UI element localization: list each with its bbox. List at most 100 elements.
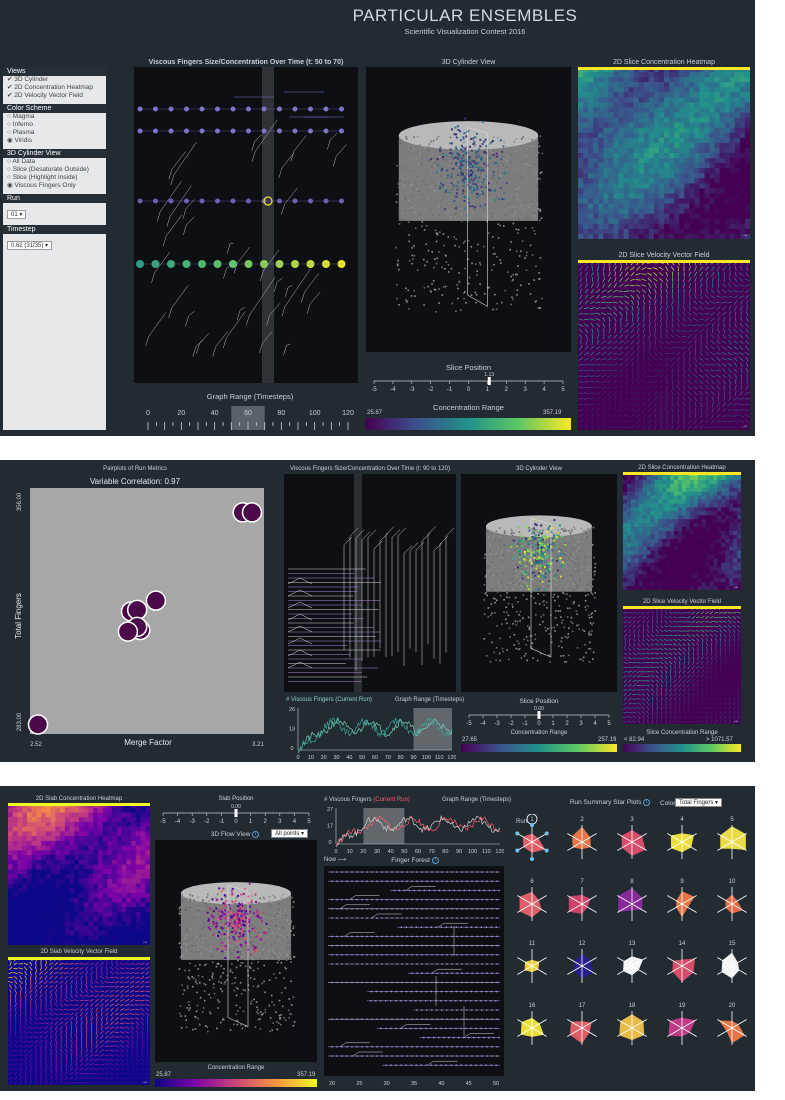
heatmap-cell: [670, 562, 675, 567]
heatmap-cell: [618, 137, 624, 144]
cylinder-particle: [512, 222, 515, 225]
heatmap-cell: [670, 487, 675, 492]
heatmap-cell: [694, 72, 700, 78]
heatmap-cell: [638, 495, 643, 500]
heatmap-cell: [674, 523, 679, 528]
heatmap-cell: [709, 213, 715, 220]
heatmap-cell: [603, 107, 609, 113]
p1-heatmap[interactable]: →: [578, 67, 750, 239]
color-option-inferno[interactable]: ○ Inferno: [3, 121, 106, 129]
heatmap-cell: [714, 223, 721, 230]
p1-slice-slider[interactable]: -5 -4 -3 -2 -1 0 1 2 3 4 51.13: [366, 371, 571, 395]
cyl-option-highlight[interactable]: ○ Slice (Highlight Inside): [3, 174, 106, 182]
heatmap-cell: [658, 218, 665, 225]
heatmap-cell: [679, 72, 685, 78]
heatmap-cell: [709, 137, 715, 144]
finger-particle: [470, 149, 473, 152]
cylinder-particle: [517, 167, 519, 170]
heatmap-cell: [713, 515, 718, 520]
run-select[interactable]: 01 ▾: [7, 210, 27, 219]
heatmap-cell: [633, 127, 640, 134]
cylinder-particle: [437, 136, 439, 138]
color-option-viridis[interactable]: ◉ Viridis: [3, 137, 106, 145]
heatmap-cell: [650, 546, 655, 551]
cyl-option-all-data[interactable]: ○ All Data: [3, 158, 106, 166]
cylinder-particle: [515, 564, 518, 566]
heatmap-cell: [744, 142, 750, 149]
cylinder-particle: [558, 576, 560, 579]
cylinder-particle: [395, 201, 398, 203]
cylinder-particle: [434, 258, 436, 260]
heatmap-cell: [642, 511, 647, 516]
heatmap-cell: [603, 112, 609, 118]
cyl-option-desaturate[interactable]: ○ Slice (Desaturate Outside): [3, 166, 106, 174]
heatmap-cell: [669, 77, 675, 83]
cylinder-particle: [489, 544, 492, 547]
heatmap-cell: [693, 511, 699, 516]
p1-vector-field[interactable]: →: [578, 260, 750, 430]
heatmap-cell: [626, 562, 632, 567]
heatmap-cell: [682, 483, 687, 489]
heatmap-cell: [725, 570, 730, 575]
heatmap-cell: [714, 77, 721, 83]
heatmap-cell: [608, 137, 614, 144]
heatmap-cell: [701, 534, 706, 540]
cylinder-particle: [573, 547, 575, 550]
heatmap-cell: [678, 515, 683, 520]
heatmap-cell: [744, 87, 750, 93]
heatmap-cell: [578, 117, 584, 124]
heatmap-cell: [705, 550, 710, 555]
heatmap-cell: [666, 550, 671, 555]
view-option-heatmap[interactable]: ✔ 2D Concentration Heatmap: [3, 84, 106, 92]
p2-slice-slider[interactable]: -5 -4 -3 -2 -1 0 1 2 3 4 50.00: [461, 705, 617, 727]
heatmap-cell: [630, 538, 636, 544]
cylinder-particle: [519, 619, 521, 622]
heatmap-cell: [725, 534, 730, 540]
heatmap-cell: [643, 107, 650, 113]
heatmap-cell: [623, 495, 628, 500]
color-option-magma[interactable]: ○ Magma: [3, 113, 106, 121]
cylinder-particle: [485, 182, 488, 184]
finger-particle: [479, 145, 482, 148]
cylinder-particle: [498, 581, 501, 583]
cylinder-particle: [541, 152, 544, 155]
heatmap-cell: [666, 554, 671, 559]
cylinder-particle: [506, 611, 508, 614]
p2-heatmap-expand-icon[interactable]: →: [733, 584, 739, 590]
heatmap-cell: [653, 82, 660, 88]
heatmap-cell: [693, 570, 699, 575]
cylinder-particle: [418, 190, 420, 192]
cylinder-particle: [444, 254, 447, 257]
p2-cylinder-view[interactable]: [461, 474, 617, 692]
p1-heatmap-expand-icon[interactable]: →: [742, 232, 748, 238]
heatmap-cell: [674, 487, 679, 492]
color-option-plasma[interactable]: ○ Plasma: [3, 129, 106, 137]
p2-fingers-timeline[interactable]: 0 10 20 30 40 50 60 70 80 90 100 110 12026130: [284, 704, 456, 762]
heatmap-cell: [642, 566, 647, 571]
p1-cylinder-view[interactable]: [366, 67, 571, 352]
heatmap-cell: [682, 586, 687, 590]
view-option-vector-field[interactable]: ✔ 2D Velocity Vector Field: [3, 92, 106, 100]
cylinder-particle: [566, 584, 569, 587]
cylinder-particle: [421, 221, 424, 223]
p2-conc-colorbar[interactable]: [461, 744, 617, 752]
timestep-select[interactable]: 0.62 (31/35) ▾: [7, 241, 53, 250]
cyl-option-fingers-only[interactable]: ◉ Viscous Fingers Only: [3, 182, 106, 190]
p1-graph-range-slider[interactable]: 0 20 40 60 80 100 120: [138, 402, 358, 434]
finger-particle: [534, 523, 537, 526]
p1-conc-colorbar[interactable]: [366, 418, 571, 430]
heatmap-cell: [724, 147, 731, 154]
p2-vector-field[interactable]: →: [623, 606, 741, 724]
view-option-3d-cylinder[interactable]: ✔ 3D Cylinder: [3, 76, 106, 84]
heatmap-cell: [633, 72, 640, 78]
cylinder-particle: [489, 153, 492, 155]
heatmap-cell: [613, 112, 619, 118]
heatmap-cell: [664, 117, 670, 124]
heatmap-cell: [664, 163, 670, 169]
heatmap-cell: [714, 127, 721, 134]
p1-vector-expand-icon[interactable]: →: [742, 423, 748, 429]
p2-vector-title: 2D Slice Velocity Vector Field: [642, 599, 722, 605]
heatmap-cell: [678, 534, 683, 540]
p2-heatmap[interactable]: →: [623, 472, 741, 590]
cylinder-particle: [564, 636, 566, 638]
